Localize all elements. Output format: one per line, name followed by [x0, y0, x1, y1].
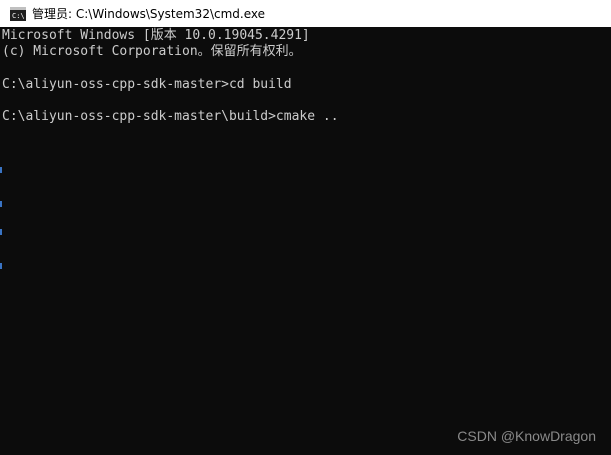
edge-mark — [0, 229, 2, 235]
cmd-window: C:\ 管理员: C:\Windows\System32\cmd.exe Mic… — [0, 0, 611, 455]
svg-text:C:\: C:\ — [12, 12, 25, 20]
console-line: Microsoft Windows [版本 10.0.19045.4291] — [2, 28, 310, 43]
title-bar[interactable]: C:\ 管理员: C:\Windows\System32\cmd.exe — [0, 0, 611, 27]
edge-mark — [0, 167, 2, 173]
console-line: C:\aliyun-oss-cpp-sdk-master>cd build — [2, 77, 292, 92]
console-line: C:\aliyun-oss-cpp-sdk-master\build>cmake… — [2, 109, 339, 124]
edge-mark — [0, 201, 2, 207]
console-area[interactable]: Microsoft Windows [版本 10.0.19045.4291] (… — [0, 27, 611, 455]
watermark: CSDN @KnowDragon — [457, 428, 596, 444]
console-line: (c) Microsoft Corporation。保留所有权利。 — [2, 44, 302, 59]
window-title: 管理员: C:\Windows\System32\cmd.exe — [32, 7, 265, 21]
cmd-icon: C:\ — [10, 6, 26, 21]
left-edge-artifacts — [0, 167, 3, 277]
edge-mark — [0, 263, 2, 269]
